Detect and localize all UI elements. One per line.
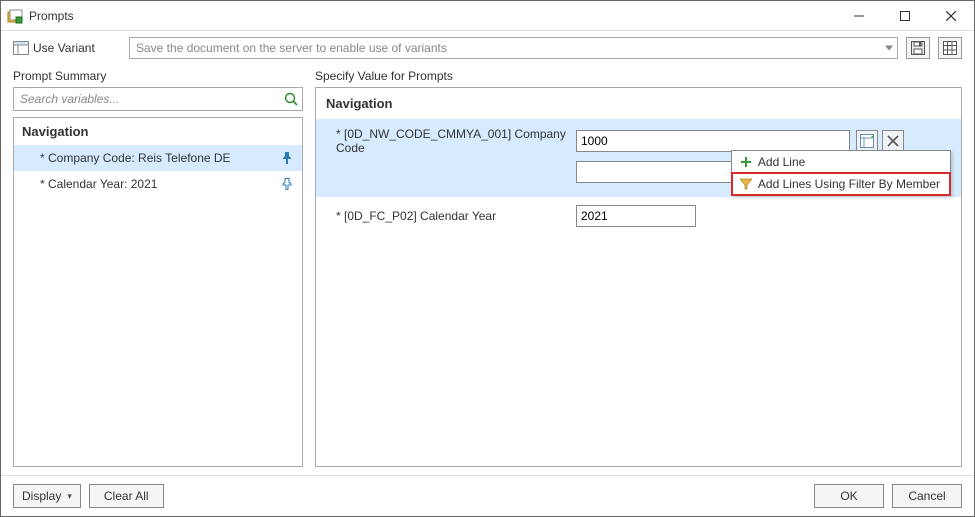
variant-row: Use Variant Save the document on the ser…: [1, 31, 974, 65]
footer: Display ▾ Clear All OK Cancel: [1, 475, 974, 516]
prompts-panel: Navigation * [0D_NW_CODE_CMMYA_001] Comp…: [315, 87, 962, 467]
variant-placeholder: Save the document on the server to enabl…: [136, 41, 447, 55]
search-variables-input[interactable]: [18, 91, 284, 107]
svg-text:+: +: [871, 134, 874, 141]
chevron-down-icon: ▾: [67, 491, 72, 502]
variant-combo[interactable]: Save the document on the server to enabl…: [129, 37, 898, 59]
save-variant-button[interactable]: [906, 37, 930, 59]
add-line-menu: Add Line Add Lines Using Filter By Membe…: [731, 150, 951, 196]
nav-item-calendar-year[interactable]: * Calendar Year: 2021: [14, 171, 302, 197]
prompt-summary-header: Prompt Summary: [13, 65, 303, 87]
ok-label: OK: [840, 489, 857, 503]
chevron-down-icon: [885, 46, 893, 51]
menu-item-label: Add Lines Using Filter By Member: [758, 177, 940, 191]
prompt-input-company-code[interactable]: [576, 130, 850, 152]
menu-item-filter-by-member[interactable]: Add Lines Using Filter By Member: [732, 173, 950, 195]
display-dropdown[interactable]: Display ▾: [13, 484, 81, 508]
ok-button[interactable]: OK: [814, 484, 884, 508]
nav-item-company-code[interactable]: * Company Code: Reis Telefone DE: [14, 145, 302, 171]
value-help-button[interactable]: +: [856, 130, 878, 152]
menu-item-add-line[interactable]: Add Line: [732, 151, 950, 173]
variant-icon: [13, 41, 29, 55]
pin-icon[interactable]: [280, 151, 294, 165]
prompts-window: Prompts Use Variant Save the document on…: [0, 0, 975, 517]
nav-item-label: * Calendar Year: 2021: [40, 177, 157, 191]
right-panel: Specify Value for Prompts Navigation * […: [315, 65, 962, 467]
clear-all-button[interactable]: Clear All: [89, 484, 164, 508]
filter-icon: [740, 178, 752, 190]
app-icon: [7, 8, 23, 24]
left-panel: Prompt Summary Navigation * Company Code…: [13, 65, 303, 467]
prompt-label-calendar-year: * [0D_FC_P02] Calendar Year: [326, 209, 576, 223]
clear-all-label: Clear All: [104, 489, 149, 503]
plus-icon: [740, 156, 752, 168]
display-label: Display: [22, 489, 61, 503]
titlebar: Prompts: [1, 1, 974, 31]
pin-icon[interactable]: [280, 177, 294, 191]
window-buttons: [836, 1, 974, 30]
main-area: Prompt Summary Navigation * Company Code…: [1, 65, 974, 475]
specify-value-header: Specify Value for Prompts: [315, 65, 962, 87]
nav-header: Navigation: [14, 118, 302, 145]
prompt-summary-list: Navigation * Company Code: Reis Telefone…: [13, 117, 303, 467]
variant-grid-button[interactable]: [938, 37, 962, 59]
use-variant-text: Use Variant: [33, 41, 95, 55]
navigation-section-title: Navigation: [316, 88, 961, 119]
minimize-button[interactable]: [836, 1, 882, 30]
prompt-row-calendar-year: * [0D_FC_P02] Calendar Year: [326, 205, 951, 227]
search-variables-wrap: [13, 87, 303, 111]
prompt-block-calendar-year: * [0D_FC_P02] Calendar Year: [316, 197, 961, 241]
prompt-label-company-code: * [0D_NW_CODE_CMMYA_001] Company Code: [326, 127, 576, 155]
cancel-button[interactable]: Cancel: [892, 484, 962, 508]
close-button[interactable]: [928, 1, 974, 30]
maximize-button[interactable]: [882, 1, 928, 30]
menu-item-label: Add Line: [758, 155, 805, 169]
delete-line-button[interactable]: [882, 130, 904, 152]
cancel-label: Cancel: [908, 489, 945, 503]
search-icon[interactable]: [284, 92, 298, 106]
use-variant-label: Use Variant: [13, 41, 121, 55]
nav-item-label: * Company Code: Reis Telefone DE: [40, 151, 231, 165]
prompt-input-calendar-year[interactable]: [576, 205, 696, 227]
window-title: Prompts: [29, 9, 74, 23]
